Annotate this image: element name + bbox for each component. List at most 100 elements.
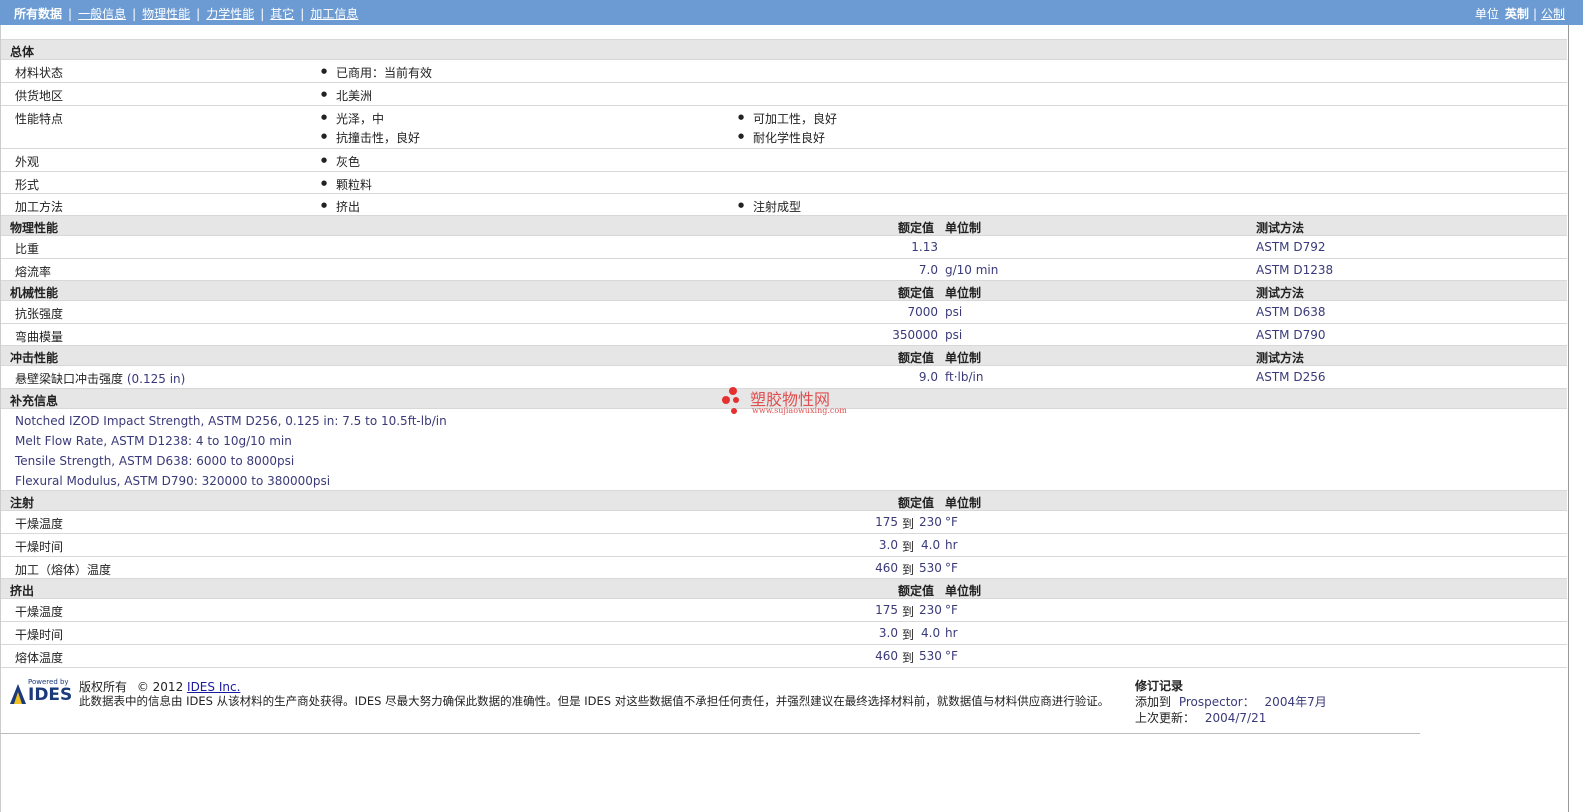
row-method: ASTM D638 — [1256, 305, 1326, 319]
range-to: 530 — [919, 649, 942, 663]
note-item: Notched IZOD Impact Strength, ASTM D256,… — [15, 414, 447, 428]
row-item: 耐化学性良好 — [738, 129, 825, 146]
row-value: 350000 — [892, 328, 938, 342]
tab-physical[interactable]: 物理性能 — [142, 7, 190, 21]
range-to: 230 — [919, 603, 942, 617]
table-row: 干燥温度 175 到 230 °F — [1, 599, 1567, 622]
row-value: 7000 — [907, 305, 938, 319]
row-label: 比重 — [15, 242, 40, 256]
col-header-method: 测试方法 — [1256, 221, 1305, 235]
row-method: ASTM D1238 — [1256, 263, 1334, 277]
copyright-label: 版权所有 — [79, 680, 128, 694]
range-to: 530 — [919, 561, 942, 575]
section-title: 补充信息 — [10, 394, 59, 408]
range-to-word: 到 — [902, 628, 915, 642]
row-unit: hr — [945, 538, 958, 552]
revision-title: 修订记录 — [1135, 679, 1184, 693]
row-value: 1.13 — [911, 240, 938, 254]
disclaimer-text: 此数据表中的信息由 IDES 从该材料的生产商处获得。IDES 尽最大努力确保此… — [79, 694, 1110, 708]
table-row: 加工（熔体）温度 460 到 530 °F — [1, 557, 1567, 579]
col-header-method: 测试方法 — [1256, 286, 1305, 300]
range-from: 460 — [875, 561, 898, 575]
row-value: 7.0 — [918, 263, 938, 277]
revision-updated: 上次更新： 2004/7/21 — [1135, 709, 1266, 726]
top-nav-bar: 所有数据 | 一般信息 | 物理性能 | 力学性能 | 其它 | 加工信息 单位 英制 | 公制 — [0, 0, 1583, 25]
tab-nav: 所有数据 | 一般信息 | 物理性能 | 力学性能 | 其它 | 加工信息 — [14, 5, 358, 22]
copyright-year: © 2012 — [136, 680, 184, 694]
unit-english[interactable]: 英制 — [1505, 7, 1529, 21]
section-header-impact: 冲击性能 额定值 单位制 测试方法 — [1, 346, 1567, 366]
row-method: ASTM D792 — [1256, 240, 1326, 254]
row-item: 颗粒料 — [321, 176, 372, 193]
row-label: 熔流率 — [15, 265, 52, 279]
row-method: ASTM D256 — [1256, 370, 1326, 384]
range-to-word: 到 — [902, 517, 915, 531]
tab-all-data[interactable]: 所有数据 — [14, 7, 62, 21]
range-from: 3.0 — [878, 538, 898, 552]
unit-metric[interactable]: 公制 — [1541, 7, 1565, 21]
tab-mechanical[interactable]: 力学性能 — [206, 7, 254, 21]
row-label-extra: (0.125 in) — [126, 372, 186, 386]
section-header-mechanical: 机械性能 额定值 单位制 测试方法 — [1, 281, 1567, 301]
watermark-url: www.sujiaowuxing.com — [752, 406, 847, 415]
row-label: 加工方法 — [15, 200, 64, 214]
units-label: 单位 — [1474, 7, 1499, 21]
row-item: 光泽，中 — [321, 110, 384, 127]
row-label: 干燥时间 — [15, 540, 64, 554]
row-value: 9.0 — [918, 370, 938, 384]
general-row: 外观 灰色 — [1, 149, 1567, 172]
separator: | — [260, 7, 265, 21]
separator: | — [132, 7, 137, 21]
row-unit: psi — [945, 305, 963, 319]
tab-general-info[interactable]: 一般信息 — [78, 7, 126, 21]
note-item: Tensile Strength, ASTM D638: 6000 to 800… — [15, 454, 295, 468]
note-item: Flexural Modulus, ASTM D790: 320000 to 3… — [15, 474, 331, 488]
section-header-extrusion: 挤出 额定值 单位制 — [1, 579, 1567, 599]
row-label: 干燥温度 — [15, 605, 64, 619]
row-label: 抗张强度 — [15, 307, 64, 321]
tab-processing[interactable]: 加工信息 — [310, 7, 358, 21]
row-method: ASTM D790 — [1256, 328, 1326, 342]
logo-text: IDES — [28, 685, 73, 705]
table-row: 干燥温度 175 到 230 °F — [1, 511, 1567, 534]
col-header-method: 测试方法 — [1256, 351, 1305, 365]
col-header-unit: 单位制 — [945, 584, 982, 598]
row-label: 外观 — [15, 155, 40, 169]
separator: | — [196, 7, 201, 21]
table-row: 干燥时间 3.0 到 4.0 hr — [1, 534, 1567, 557]
row-unit: g/10 min — [945, 263, 999, 277]
revision-added: 添加到 Prospector： 2004年7月 — [1135, 693, 1327, 710]
range-to: 230 — [919, 515, 942, 529]
tab-other[interactable]: 其它 — [270, 7, 294, 21]
table-row: 干燥时间 3.0 到 4.0 hr — [1, 622, 1567, 645]
row-unit: ft·lb/in — [945, 370, 984, 384]
section-header-physical: 物理性能 额定值 单位制 测试方法 — [1, 216, 1567, 236]
row-label: 弯曲模量 — [15, 330, 64, 344]
added-label: 添加到 — [1135, 695, 1172, 709]
company-link[interactable]: IDES Inc. — [187, 680, 240, 694]
row-unit: °F — [945, 603, 958, 617]
table-row: 弯曲模量 350000 psi ASTM D790 — [1, 324, 1567, 346]
row-item: 灰色 — [321, 153, 360, 170]
row-unit: °F — [945, 515, 958, 529]
updated-date: 2004/7/21 — [1204, 711, 1267, 725]
col-header-value: 额定值 — [898, 496, 935, 510]
row-label-text: 悬壁梁缺口冲击强度 — [15, 372, 124, 386]
col-header-value: 额定值 — [898, 351, 935, 365]
section-title: 总体 — [10, 45, 35, 59]
row-label: 干燥时间 — [15, 628, 64, 642]
section-title: 冲击性能 — [10, 351, 59, 365]
general-row: 材料状态 已商用：当前有效 — [1, 60, 1567, 83]
row-label: 加工（熔体）温度 — [15, 563, 112, 577]
row-unit: °F — [945, 561, 958, 575]
section-title: 机械性能 — [10, 286, 59, 300]
general-row: 加工方法 挤出 注射成型 — [1, 194, 1567, 216]
range-to-word: 到 — [902, 651, 915, 665]
range-to-word: 到 — [902, 563, 915, 577]
col-header-value: 额定值 — [898, 221, 935, 235]
col-header-unit: 单位制 — [945, 496, 982, 510]
range-from: 175 — [875, 515, 898, 529]
note-item: Melt Flow Rate, ASTM D1238: 4 to 10g/10 … — [15, 434, 292, 448]
range-to: 4.0 — [921, 626, 941, 640]
updated-label: 上次更新： — [1135, 711, 1196, 725]
